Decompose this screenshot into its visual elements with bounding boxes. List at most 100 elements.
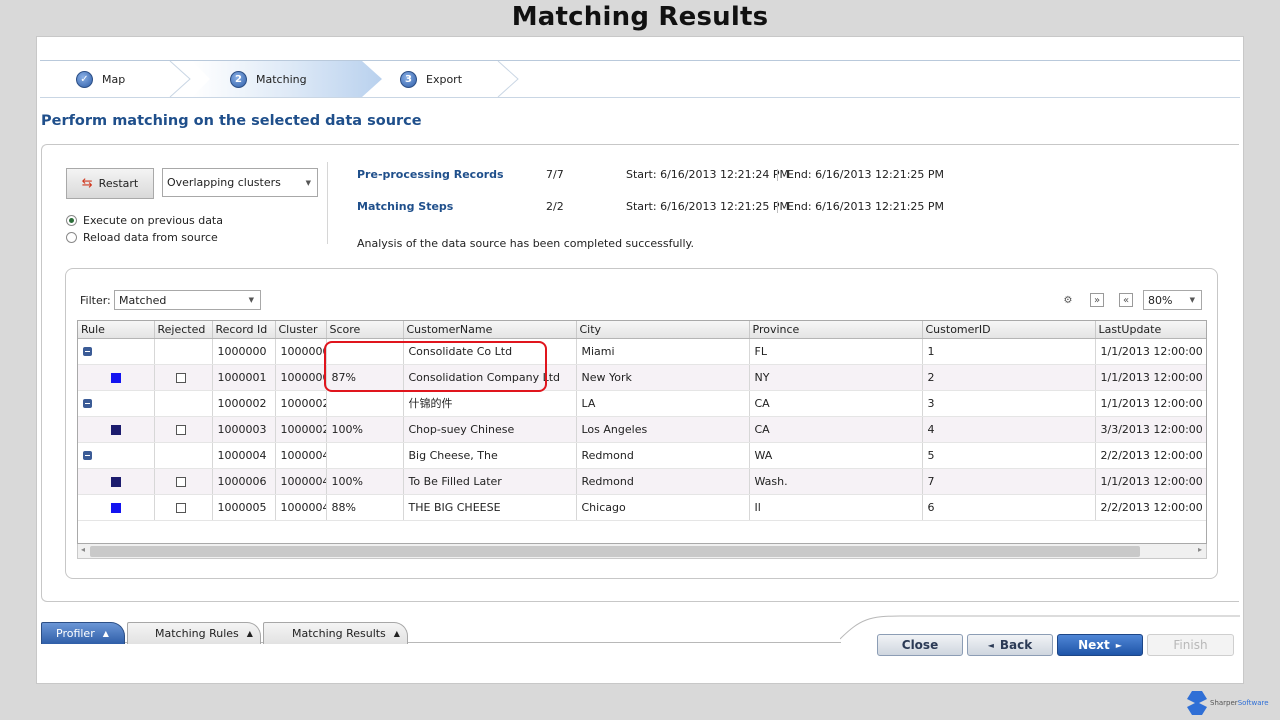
filter-select[interactable]: Matched ▼ [114, 290, 261, 310]
brand-logo: SharperSoftware [1186, 690, 1269, 716]
rejected-cell [154, 390, 213, 417]
restart-icon: ⇆ [81, 176, 93, 191]
city-cell: Los Angeles [576, 416, 750, 443]
score-cell: 100% [326, 468, 404, 495]
section-title: Perform matching on the selected data so… [41, 113, 422, 129]
separator [777, 201, 778, 213]
name-cell: Chop-suey Chinese [403, 416, 577, 443]
cluster-cell: 1000004 [275, 494, 327, 521]
table-row[interactable]: 1000000 1000000 Consolidate Co Ltd Miami FL 1… [78, 338, 1206, 365]
cluster-mode-select[interactable]: Overlapping clusters ▼ [162, 168, 318, 197]
wizard-step-matching[interactable]: 2 Matching [230, 61, 307, 97]
next-button[interactable]: Next ► [1057, 634, 1143, 656]
province-cell: Wash. [749, 468, 923, 495]
step-number-icon: 2 [230, 70, 247, 88]
last-update-cell: 1/1/2013 12:00:00 AM [1095, 364, 1206, 391]
collapse-group-icon[interactable] [83, 451, 92, 460]
table-row[interactable]: 1000001 1000000 87% Consolidation Company L… [78, 364, 1206, 391]
table-row[interactable]: 1000002 1000002 什锦的件 LA CA 3 1/1/2013 12:00:00… [78, 390, 1206, 417]
tab-profiler[interactable]: Profiler ▲ [41, 622, 125, 644]
collapse-group-icon[interactable] [83, 347, 92, 356]
horizontal-scrollbar[interactable]: ◂ ▸ [77, 544, 1207, 559]
slide-title: Matching Results [511, 2, 769, 32]
table-row[interactable]: 1000003 1000002 100% Chop-suey Chinese Los A… [78, 416, 1206, 443]
last-update-cell: 2/2/2013 12:00:00 AM [1095, 442, 1206, 469]
collapse-group-icon[interactable] [83, 399, 92, 408]
results-grid: Rule Rejected Record Id Cluster Score Cu… [77, 320, 1207, 544]
rejected-checkbox[interactable] [175, 372, 186, 383]
table-row[interactable]: 1000004 1000004 Big Cheese, The Redmond WA 5 2… [78, 442, 1206, 469]
tab-matching-rules[interactable]: Matching Rules ▲ [127, 622, 261, 644]
matching-end: End: 6/16/2013 12:21:25 PM [787, 200, 945, 213]
name-cell: Big Cheese, The [403, 442, 577, 469]
column-header[interactable]: Record Id [212, 321, 276, 339]
tab-label: Matching Results [292, 627, 386, 640]
rejected-cell [154, 416, 213, 443]
back-arrow-icon: ◄ [987, 640, 994, 650]
radio-reload-source[interactable]: Reload data from source [66, 231, 218, 244]
column-header[interactable]: Province [749, 321, 923, 339]
cluster-cell: 1000004 [275, 468, 327, 495]
restart-button[interactable]: ⇆ Restart [66, 168, 154, 199]
scroll-right-icon[interactable]: ▸ [1198, 545, 1202, 554]
radio-execute-previous[interactable]: Execute on previous data [66, 214, 223, 227]
score-cell [326, 338, 404, 365]
tab-matching-results[interactable]: Matching Results ▲ [263, 622, 408, 644]
results-table: Rule Rejected Record Id Cluster Score Cu… [78, 321, 1206, 521]
back-button[interactable]: ◄ Back [967, 634, 1053, 656]
score-cell: 100% [326, 416, 404, 443]
column-header[interactable]: Cluster [275, 321, 327, 339]
name-cell: To Be Filled Later [403, 468, 577, 495]
step-label: Map [102, 72, 126, 86]
rejected-checkbox[interactable] [175, 502, 186, 513]
rule-cell [78, 442, 155, 469]
rule-cell [78, 468, 155, 495]
column-header[interactable]: CustomerID [922, 321, 1096, 339]
last-update-cell: 1/1/2013 12:00:00 AM [1095, 338, 1206, 365]
cluster-cell: 1000004 [275, 442, 327, 469]
city-cell: LA [576, 390, 750, 417]
column-header[interactable]: CustomerName [403, 321, 577, 339]
zoom-select[interactable]: 80% ▼ [1143, 290, 1202, 310]
check-icon: ✓ [76, 70, 93, 88]
column-header[interactable]: Rule [78, 321, 155, 339]
customer-id-cell: 1 [922, 338, 1096, 365]
city-cell: Miami [576, 338, 750, 365]
rejected-checkbox[interactable] [175, 476, 186, 487]
table-row[interactable]: 1000006 1000004 100% To Be Filled Later Redm… [78, 468, 1206, 495]
wizard-step-map[interactable]: ✓ Map [76, 61, 125, 97]
column-header[interactable]: City [576, 321, 750, 339]
column-header[interactable]: LastUpdate [1095, 321, 1206, 339]
column-header[interactable]: Score [326, 321, 404, 339]
expand-all-icon[interactable]: » [1090, 293, 1104, 307]
close-button[interactable]: Close [877, 634, 963, 656]
rejected-checkbox[interactable] [175, 424, 186, 435]
province-cell: WA [749, 442, 923, 469]
step-label: Export [426, 72, 463, 86]
finish-button[interactable]: Finish [1147, 634, 1234, 656]
collapse-all-icon[interactable]: « [1119, 293, 1133, 307]
chevron-down-icon: ▼ [305, 178, 311, 187]
scroll-left-icon[interactable]: ◂ [81, 545, 85, 554]
rejected-cell [154, 338, 213, 365]
settings-icon[interactable]: ⚙ [1061, 293, 1075, 307]
column-header[interactable]: Rejected [154, 321, 213, 339]
separator [777, 169, 778, 181]
cluster-cell: 1000002 [275, 390, 327, 417]
wizard-step-export[interactable]: 3 Export [400, 61, 462, 97]
record-id-cell: 1000004 [212, 442, 276, 469]
table-row[interactable]: 1000005 1000004 88% THE BIG CHEESE Chicago Il… [78, 494, 1206, 521]
rejected-cell [154, 442, 213, 469]
scroll-thumb[interactable] [90, 546, 1140, 557]
cluster-cell: 1000002 [275, 416, 327, 443]
rule-cell [78, 390, 155, 417]
rejected-cell [154, 468, 213, 495]
rule-color-icon [111, 476, 121, 487]
next-label: Next [1078, 638, 1110, 652]
table-header: Rule Rejected Record Id Cluster Score Cu… [78, 321, 1206, 339]
score-cell: 88% [326, 494, 404, 521]
cluster-cell: 1000000 [275, 364, 327, 391]
preprocessing-count: 7/7 [546, 168, 564, 181]
chevron-down-icon: ▼ [1189, 296, 1195, 304]
record-id-cell: 1000001 [212, 364, 276, 391]
